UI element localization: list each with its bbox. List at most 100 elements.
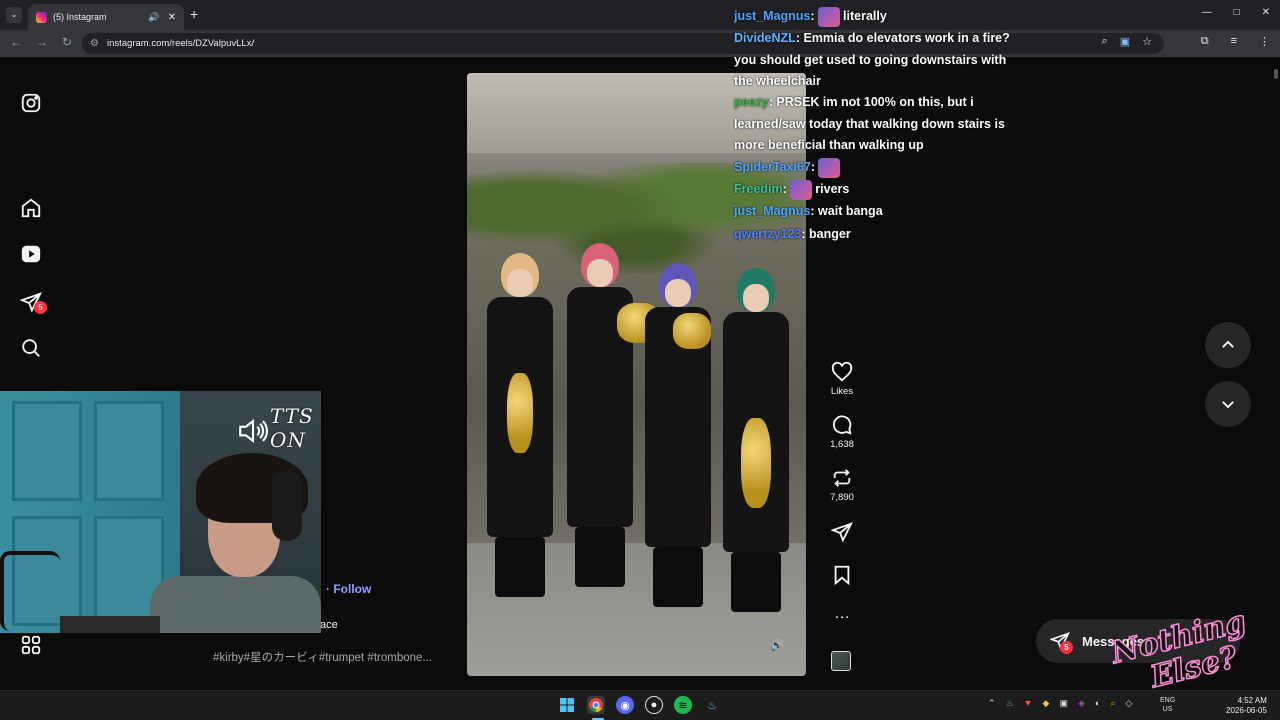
- direct-messages-icon[interactable]: 5: [19, 291, 47, 315]
- search-icon[interactable]: [20, 337, 44, 361]
- repost-button[interactable]: 7,890: [822, 467, 862, 503]
- comment-icon: [832, 415, 852, 435]
- speaker-icon: [239, 418, 269, 444]
- reels-icon[interactable]: [20, 243, 44, 267]
- network-tray-icon[interactable]: ◇: [1125, 698, 1132, 709]
- like-button[interactable]: Likes: [822, 361, 862, 397]
- instagram-logo-icon[interactable]: [20, 92, 44, 116]
- new-tab-button[interactable]: +: [190, 6, 198, 22]
- tab-audio-icon[interactable]: 🔊: [148, 12, 159, 23]
- chat-emote-icon: [817, 6, 840, 27]
- reposts-count: 7,890: [830, 492, 854, 503]
- chat-message: peezy: PRSEK im not 100% on this, but i …: [734, 92, 1024, 157]
- chat-colon: :: [810, 160, 816, 174]
- audio-name-partial[interactable]: ace: [320, 619, 338, 631]
- bookmark-star-icon[interactable]: ☆: [1142, 35, 1152, 48]
- window-controls: — □ ✕: [1202, 7, 1270, 18]
- chat-message: SpiderTaxi67:: [734, 157, 1024, 179]
- brave-tray-icon[interactable]: ▼: [1024, 698, 1033, 709]
- obs-icon[interactable]: ●: [645, 696, 663, 714]
- messages-badge: 5: [1060, 641, 1073, 654]
- app-tray-icon-3[interactable]: ◈: [1078, 698, 1085, 709]
- scrollbar-thumb[interactable]: [1274, 69, 1278, 79]
- site-settings-icon[interactable]: ⚙: [90, 38, 99, 49]
- clock-time: 4:52 AM: [1237, 696, 1267, 705]
- door-panel: [12, 401, 82, 501]
- forward-button[interactable]: →: [36, 35, 48, 49]
- reel-caption-hashtags[interactable]: #kirby#星のカービィ#trumpet #trombone...: [213, 649, 432, 665]
- trombone-image: [673, 313, 711, 349]
- chevron-up-icon: [1222, 340, 1234, 348]
- performer-boots: [575, 527, 625, 587]
- next-reel-button[interactable]: [1205, 381, 1251, 427]
- browser-tab-instagram[interactable]: (5) Instagram 🔊 ✕: [28, 4, 184, 30]
- chat-colon: :: [810, 9, 815, 23]
- chat-text: rivers: [811, 182, 850, 196]
- steam-tray-icon[interactable]: ♨: [1006, 698, 1014, 709]
- app-tray-icon-4[interactable]: ◐: [1095, 698, 1100, 709]
- tray-overflow-icon[interactable]: ⌃: [988, 698, 996, 709]
- repost-icon: [833, 469, 851, 487]
- chrome-icon[interactable]: [587, 696, 605, 714]
- chat-username: qwertzy123: [734, 227, 802, 241]
- spotify-icon[interactable]: ≋: [674, 696, 692, 714]
- home-icon[interactable]: [20, 197, 44, 221]
- search-tray-icon[interactable]: ⌕: [1110, 698, 1115, 709]
- maximize-button[interactable]: □: [1234, 7, 1240, 18]
- save-button[interactable]: [822, 564, 862, 586]
- comment-button[interactable]: 1,638: [822, 414, 862, 450]
- audio-track-thumbnail[interactable]: [831, 651, 851, 671]
- likes-label: Likes: [830, 386, 854, 397]
- chat-username: DivideNZL: [734, 31, 796, 45]
- performer-face: [507, 269, 533, 297]
- cast-icon[interactable]: ▣: [1120, 35, 1130, 48]
- more-menu-icon[interactable]: [20, 634, 44, 658]
- share-button[interactable]: [822, 521, 862, 543]
- tab-close-icon[interactable]: ✕: [168, 12, 176, 23]
- tts-on-overlay: TTS ON: [236, 404, 320, 460]
- performer-face: [665, 279, 691, 307]
- taskbar-clock[interactable]: 4:52 AM 2026-06-05: [1226, 696, 1267, 716]
- comments-count: 1,638: [830, 439, 854, 450]
- discord-icon[interactable]: ◉: [616, 696, 634, 714]
- close-window-button[interactable]: ✕: [1262, 7, 1270, 18]
- performer-face: [587, 259, 613, 287]
- tab-list-button[interactable]: ⌄: [6, 7, 22, 23]
- app-tray-icon-2[interactable]: ▣: [1059, 698, 1068, 709]
- chat-text: wait banga: [814, 204, 883, 218]
- page-scrollbar[interactable]: [1272, 63, 1280, 683]
- follow-button[interactable]: · Follow: [326, 582, 371, 596]
- language-indicator[interactable]: ENG US: [1160, 696, 1175, 714]
- chat-username: Freedim: [734, 182, 783, 196]
- saxophone-image: [507, 373, 533, 453]
- tts-line-2: ON: [270, 428, 306, 452]
- lang-line-1: ENG: [1160, 697, 1176, 704]
- chat-username: just_Magnus: [734, 204, 811, 218]
- app-tray-icon[interactable]: ◆: [1043, 698, 1050, 709]
- performer-trombone: [637, 263, 719, 623]
- stream-chat-overlay: just_Magnus: literally DivideNZL: Emmia d…: [734, 0, 1034, 250]
- back-button[interactable]: ←: [10, 35, 22, 49]
- reel-sound-toggle-icon[interactable]: 🔊: [770, 639, 784, 652]
- performer-trumpet: [559, 243, 661, 603]
- chat-message: qwertzy123: banger: [734, 224, 1024, 246]
- steam-icon[interactable]: ♨: [703, 696, 721, 714]
- bookmark-icon: [834, 565, 850, 586]
- start-menu-icon[interactable]: [558, 696, 576, 714]
- chat-emote-icon: [818, 157, 841, 178]
- chat-username: just_Magnus: [734, 9, 811, 23]
- minimize-button[interactable]: —: [1202, 7, 1212, 18]
- more-options-button[interactable]: …: [822, 605, 862, 623]
- media-control-icon[interactable]: ≡: [1231, 35, 1237, 48]
- browser-menu-icon[interactable]: ⋮: [1259, 35, 1270, 48]
- reload-button[interactable]: ↻: [62, 35, 72, 49]
- chevron-down-icon: [1222, 401, 1234, 409]
- saxophone-image: [741, 418, 771, 508]
- browser-tab-bar: ⌄ (5) Instagram 🔊 ✕ + — □ ✕: [0, 0, 1280, 30]
- extensions-icon[interactable]: ⧉: [1201, 35, 1209, 48]
- zoom-icon[interactable]: ⌕: [1102, 35, 1108, 48]
- extension-icons: ⧉ ≡ ⋮: [1201, 35, 1270, 48]
- previous-reel-button[interactable]: [1205, 322, 1251, 368]
- streamer-headset: [272, 471, 302, 541]
- windows-taskbar: ◉ ● ≋ ♨ ⌃ ♨ ▼ ◆ ▣ ◈ ◐ ⌕ ◇ ENG US 4:52 AM 2…: [0, 690, 1280, 720]
